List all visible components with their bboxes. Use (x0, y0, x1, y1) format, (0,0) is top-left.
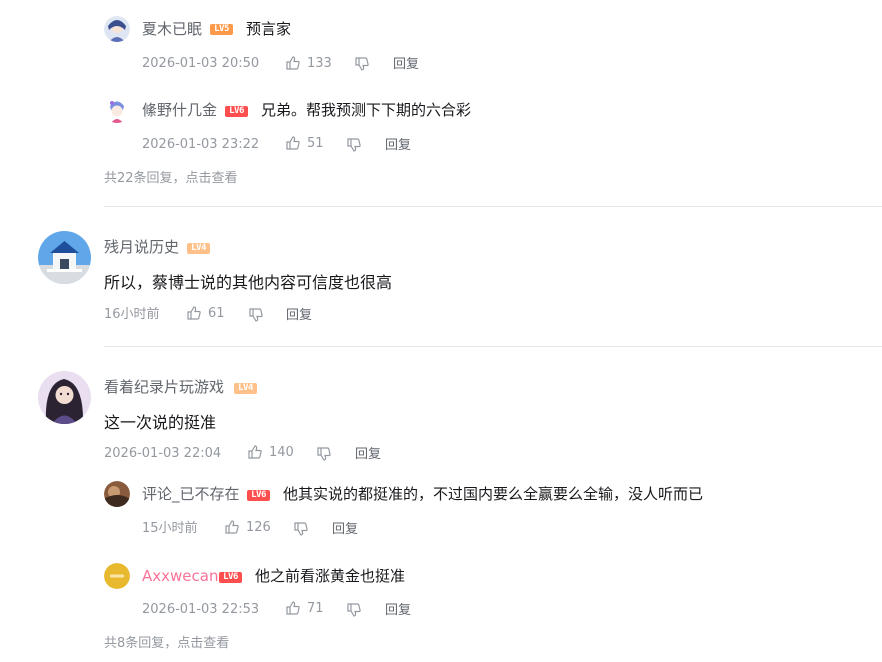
comment-username[interactable]: 看着纪录片玩游戏 (104, 377, 224, 397)
reply-button[interactable]: 回复 (286, 307, 312, 325)
reply-username[interactable]: Axxwecan (142, 566, 218, 586)
reply-username[interactable]: 夏木已眠 (142, 19, 202, 39)
thumbs-down-icon[interactable] (293, 521, 309, 537)
like-count: 71 (307, 601, 324, 616)
level-badge: LV4 (234, 383, 257, 394)
reply-text: 他其实说的都挺准的，不过国内要么全赢要么全输，没人听而已 (283, 485, 704, 503)
reply-username[interactable]: 絛野什几金 (142, 100, 217, 120)
divider (104, 346, 882, 347)
like-count: 61 (208, 306, 225, 321)
thumbs-down-icon[interactable] (354, 56, 370, 72)
reply-button[interactable]: 回复 (393, 56, 419, 74)
avatar[interactable] (104, 563, 130, 589)
thumbs-up-icon[interactable] (224, 519, 240, 535)
reply-button[interactable]: 回复 (332, 521, 358, 539)
like-count: 51 (307, 136, 324, 151)
thumbs-up-icon[interactable] (285, 55, 301, 71)
reply-username[interactable]: 评论_已不存在 (142, 484, 240, 504)
thumbs-down-icon[interactable] (248, 307, 264, 323)
thumbs-up-icon[interactable] (186, 305, 202, 321)
reply-text: 他之前看涨黄金也挺准 (255, 567, 406, 585)
avatar[interactable] (104, 16, 130, 42)
like-count: 126 (246, 520, 271, 535)
reply-button[interactable]: 回复 (355, 446, 381, 464)
reply-text: 预言家 (246, 20, 292, 38)
reply-time: 2026-01-03 22:53 (142, 602, 260, 617)
reply-time: 2026-01-03 20:50 (142, 56, 260, 71)
level-badge: LV6 (225, 106, 248, 117)
reply-time: 15小时前 (142, 521, 198, 536)
reply-button[interactable]: 回复 (385, 137, 411, 155)
level-badge: LV4 (187, 243, 210, 254)
view-more-replies[interactable]: 共8条回复，点击查看 (104, 635, 229, 653)
thumbs-up-icon[interactable] (285, 135, 301, 151)
comment-text: 所以，蔡博士说的其他内容可信度也很高 (104, 273, 393, 292)
thumbs-down-icon[interactable] (346, 137, 362, 153)
like-count: 140 (269, 445, 294, 460)
avatar[interactable] (38, 231, 91, 284)
level-badge: LV6 (219, 572, 242, 583)
level-badge: LV5 (210, 24, 233, 35)
comment-time: 2026-01-03 22:04 (104, 446, 222, 461)
divider (104, 206, 882, 207)
thumbs-down-icon[interactable] (316, 446, 332, 462)
comment-text: 这一次说的挺准 (104, 413, 217, 432)
reply-time: 2026-01-03 23:22 (142, 137, 260, 152)
avatar[interactable] (104, 481, 130, 507)
thumbs-up-icon[interactable] (285, 600, 301, 616)
comment-username[interactable]: 残月说历史 (104, 237, 179, 257)
avatar[interactable] (104, 97, 130, 123)
like-count: 133 (307, 56, 332, 71)
level-badge: LV6 (247, 490, 270, 501)
reply-text: 兄弟。帮我预测下下期的六合彩 (261, 101, 472, 119)
reply-button[interactable]: 回复 (385, 602, 411, 620)
view-more-replies[interactable]: 共22条回复，点击查看 (104, 170, 238, 188)
comment-time: 16小时前 (104, 307, 160, 322)
thumbs-down-icon[interactable] (346, 602, 362, 618)
thumbs-up-icon[interactable] (247, 444, 263, 460)
avatar[interactable] (38, 371, 91, 424)
